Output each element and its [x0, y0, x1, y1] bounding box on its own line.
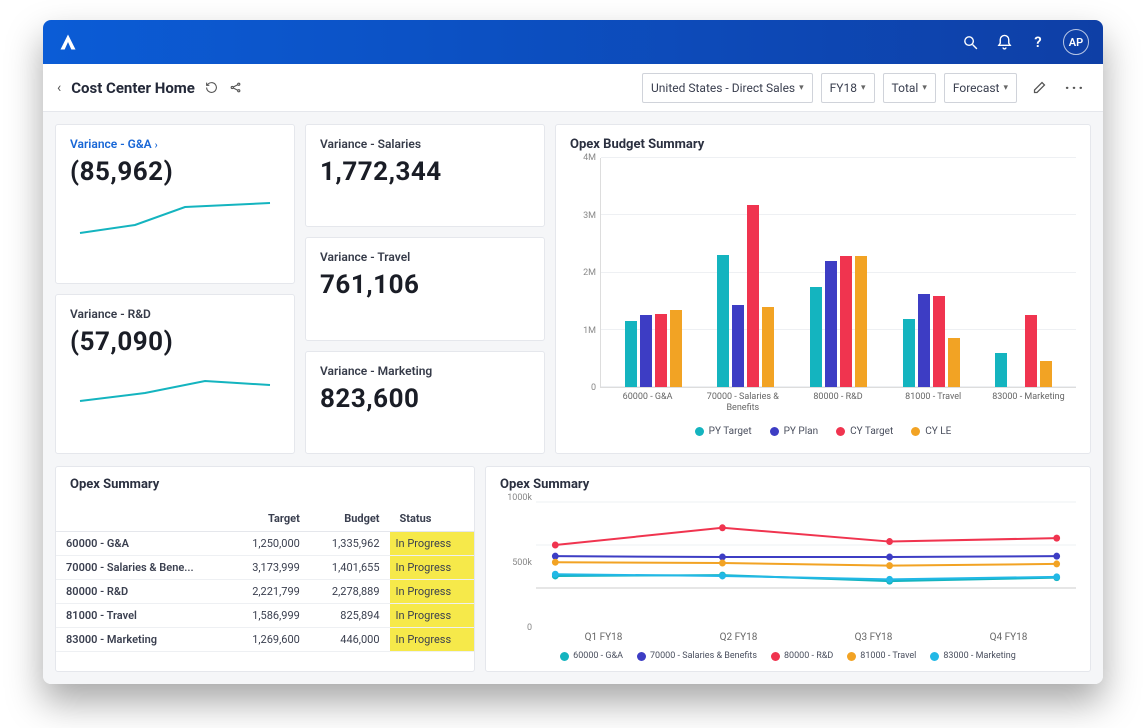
more-icon[interactable]: ···: [1061, 73, 1089, 103]
filter-region[interactable]: United States - Direct Sales▾: [642, 73, 813, 103]
bar: [933, 296, 945, 387]
bar: [995, 353, 1007, 387]
col-header: Status: [390, 504, 474, 532]
kpi-value: 761,106: [320, 270, 530, 300]
bar: [625, 321, 637, 387]
chevron-down-icon: ▾: [922, 83, 927, 93]
table-title: Opex Summary: [56, 477, 474, 498]
bar: [655, 314, 667, 387]
bell-icon[interactable]: [995, 33, 1013, 51]
avatar[interactable]: AP: [1063, 29, 1089, 55]
opex-budget-summary-card: Opex Budget Summary 01M2M3M4M 60000 - G&…: [555, 124, 1091, 454]
bar: [1040, 361, 1052, 387]
col-header: Budget: [310, 504, 390, 532]
chevron-down-icon: ▾: [861, 83, 866, 93]
kpi-value: 1,772,344: [320, 157, 530, 187]
refresh-icon[interactable]: [205, 81, 219, 95]
table-row[interactable]: 60000 - G&A1,250,0001,335,962In Progress: [56, 532, 474, 556]
chart-title: Opex Summary: [500, 477, 1076, 492]
bar: [840, 256, 852, 387]
filter-agg[interactable]: Total▾: [883, 73, 936, 103]
kpi-card-rd: Variance - R&D (57,090): [55, 294, 295, 454]
share-icon[interactable]: [229, 81, 243, 95]
kpi-value: (85,962): [70, 157, 280, 187]
table-row[interactable]: 70000 - Salaries & Bene...3,173,9991,401…: [56, 556, 474, 580]
edit-icon[interactable]: [1025, 73, 1053, 103]
sparkline: [70, 363, 280, 413]
table-row[interactable]: 81000 - Travel1,586,999825,894In Progres…: [56, 604, 474, 628]
kpi-title-link[interactable]: Variance - G&A ›: [70, 137, 280, 151]
opex-summary-table: Target Budget Status 60000 - G&A1,250,00…: [56, 504, 474, 652]
bar: [670, 310, 682, 387]
table-row[interactable]: 80000 - R&D2,221,7992,278,889In Progress: [56, 580, 474, 604]
bar: [855, 256, 867, 387]
bar: [918, 294, 930, 387]
bar: [948, 338, 960, 387]
page-header: ‹ Cost Center Home United States - Direc…: [43, 64, 1103, 112]
kpi-card-marketing: Variance - Marketing 823,600: [305, 351, 545, 454]
app-logo-icon: [57, 31, 79, 53]
help-icon[interactable]: ?: [1029, 33, 1047, 51]
kpi-card-travel: Variance - Travel 761,106: [305, 237, 545, 340]
filter-year[interactable]: FY18▾: [821, 73, 875, 103]
kpi-title: Variance - Marketing: [320, 364, 530, 378]
opex-summary-line-card: Opex Summary 0500k1000k Q1 FY18Q2 FY18Q3…: [485, 466, 1091, 672]
bar: [747, 205, 759, 387]
bar: [640, 315, 652, 387]
kpi-card-ga: Variance - G&A › (85,962): [55, 124, 295, 284]
table-row[interactable]: 83000 - Marketing1,269,600446,000In Prog…: [56, 628, 474, 652]
kpi-value: (57,090): [70, 327, 280, 357]
bar-chart-plot: [600, 158, 1076, 388]
bar: [762, 307, 774, 387]
chart-legend: PY TargetPY PlanCY TargetCY LE: [570, 426, 1076, 437]
kpi-title: Variance - R&D: [70, 307, 280, 321]
bar: [1025, 315, 1037, 387]
filter-scenario[interactable]: Forecast▾: [944, 73, 1017, 103]
col-header: Target: [230, 504, 310, 532]
kpi-title: Variance - Travel: [320, 250, 530, 264]
bar: [732, 305, 744, 387]
chart-legend: 60000 - G&A70000 - Salaries & Benefits80…: [500, 651, 1076, 661]
bar: [810, 287, 822, 387]
opex-summary-table-card: Opex Summary Target Budget Status 60000 …: [55, 466, 475, 672]
line-chart-plot: [536, 498, 1076, 628]
chevron-right-icon: ›: [155, 140, 158, 151]
kpi-value: 823,600: [320, 384, 530, 414]
sparkline: [70, 193, 280, 243]
page-title: Cost Center Home: [71, 79, 195, 97]
col-header: [56, 504, 230, 532]
chart-title: Opex Budget Summary: [570, 137, 1076, 152]
app-topbar: ? AP: [43, 20, 1103, 64]
bar: [825, 261, 837, 387]
kpi-title: Variance - Salaries: [320, 137, 530, 151]
chevron-down-icon: ▾: [799, 83, 804, 93]
kpi-card-salaries: Variance - Salaries 1,772,344: [305, 124, 545, 227]
chevron-down-icon: ▾: [1003, 83, 1008, 93]
bar: [903, 319, 915, 387]
search-icon[interactable]: [961, 33, 979, 51]
back-chevron-icon[interactable]: ‹: [57, 80, 61, 96]
bar: [717, 255, 729, 387]
